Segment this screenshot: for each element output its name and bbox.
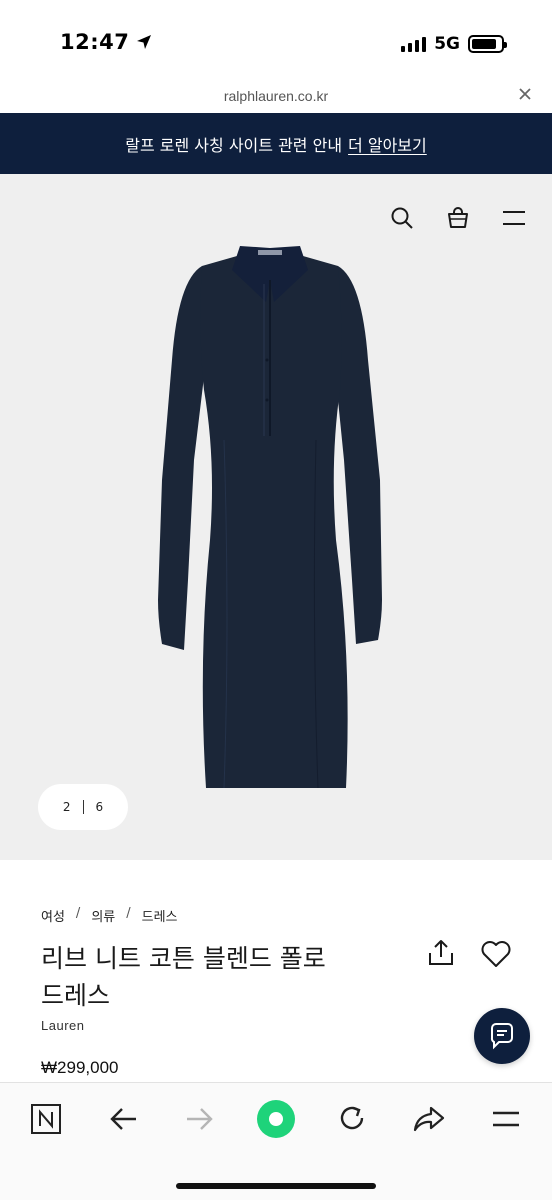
pager-current: 2 [62,800,71,814]
announcement-banner: 랄프 로렌 사칭 사이트 관련 안내 더 알아보기 [0,113,552,174]
search-icon[interactable] [388,204,416,232]
pager-total: 6 [95,800,104,814]
menu-icon[interactable] [500,204,528,232]
breadcrumb-clothing[interactable]: 의류 [91,906,115,925]
breadcrumb-separator: / [75,906,81,921]
product-brand: Lauren [41,1018,85,1033]
product-price: ₩299,000 [41,1058,119,1077]
header-icons [388,204,528,232]
browser-toolbar [0,1082,552,1200]
back-arrow-icon[interactable] [103,1099,143,1139]
home-circle-icon[interactable] [256,1099,296,1139]
url-text[interactable]: ralphlauren.co.kr [0,88,552,104]
location-arrow-icon [137,35,152,49]
learn-more-link[interactable]: 더 알아보기 [348,132,427,156]
product-image [158,246,382,789]
product-title-line2: 드레스 [41,981,111,1010]
forward-arrow-icon[interactable] [180,1099,220,1139]
chat-button[interactable] [474,1008,530,1064]
shopping-bag-icon[interactable] [444,204,472,232]
menu-icon[interactable] [486,1099,526,1139]
status-indicators: 5G [401,34,507,54]
naver-n-icon[interactable] [26,1099,66,1139]
reload-icon[interactable] [332,1099,372,1139]
battery-level [472,39,496,49]
network-label: 5G [434,34,460,54]
close-icon[interactable] [518,85,532,106]
battery-icon [468,35,507,53]
home-indicator [176,1183,376,1189]
gallery-pager[interactable]: 2 6 [38,784,128,830]
breadcrumb-dresses[interactable]: 드레스 [142,906,178,925]
heart-icon[interactable] [480,940,514,970]
breadcrumb: 여성 / 의류 / 드레스 [41,906,178,925]
product-title-line1: 리브 니트 코튼 블렌드 폴로 [41,944,326,973]
status-bar: 12:47 5G [0,0,552,84]
product-gallery[interactable]: 2 6 [0,174,552,860]
breadcrumb-women[interactable]: 여성 [41,906,65,925]
status-time: 12:47 [60,30,153,54]
pager-divider [82,800,84,814]
url-bar[interactable]: ralphlauren.co.kr [0,84,552,112]
product-info: 여성 / 의류 / 드레스 리브 니트 코튼 블렌드 폴로 드레스 Lauren… [0,860,552,1082]
share-arrow-icon[interactable] [409,1099,449,1139]
breadcrumb-separator: / [126,906,131,921]
chat-icon [490,1023,513,1050]
signal-strength-icon [401,36,427,52]
announcement-text: 랄프 로렌 사칭 사이트 관련 안내 [125,135,343,155]
share-icon[interactable] [426,938,456,968]
clock: 12:47 [60,30,130,54]
product-title: 리브 니트 코튼 블렌드 폴로 드레스 [41,940,401,1014]
